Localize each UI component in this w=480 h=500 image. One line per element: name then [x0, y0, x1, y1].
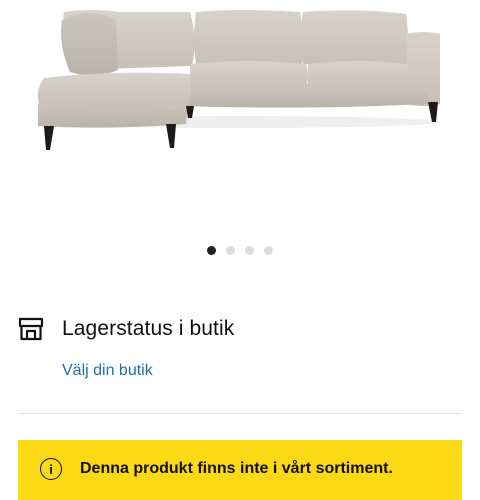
- carousel-dot-2[interactable]: [226, 246, 235, 255]
- store-icon: [18, 317, 44, 341]
- choose-store-link[interactable]: Välj din butik: [62, 362, 153, 380]
- info-icon: i: [40, 458, 62, 480]
- carousel-dot-1[interactable]: [207, 246, 216, 255]
- carousel-dot-3[interactable]: [245, 246, 254, 255]
- product-image-carousel[interactable]: [0, 0, 480, 230]
- store-stock-status: Lagerstatus i butik: [18, 316, 234, 342]
- product-unavailable-banner: i Denna produkt finns inte i vårt sortim…: [18, 440, 462, 500]
- carousel-dot-4[interactable]: [264, 246, 273, 255]
- product-image-sofa: [37, 10, 440, 150]
- carousel-indicator: [0, 246, 480, 255]
- stock-status-title: Lagerstatus i butik: [62, 317, 235, 340]
- divider: [18, 413, 462, 414]
- product-unavailable-text: Denna produkt finns inte i vårt sortimen…: [80, 460, 393, 477]
